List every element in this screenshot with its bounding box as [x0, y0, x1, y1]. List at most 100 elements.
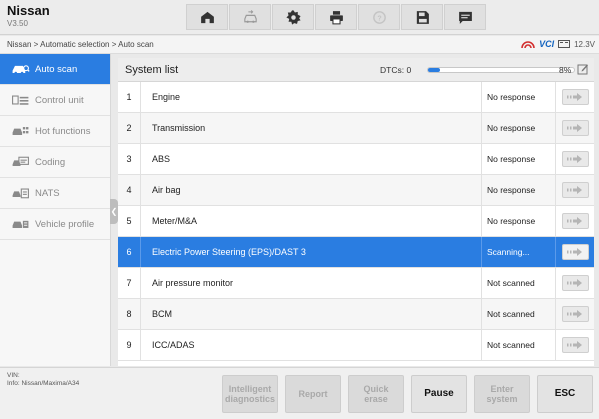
system-list-panel: System list DTCs: 0 8% 1 Engine No respons…	[118, 58, 594, 366]
table-row[interactable]: 3 ABS No response	[118, 144, 594, 175]
home-button[interactable]	[186, 4, 228, 30]
system-status: No response	[481, 206, 555, 236]
sidebar-item-nats[interactable]: NATS	[0, 178, 110, 209]
arrow-right-icon	[567, 279, 582, 287]
row-number: 1	[118, 82, 141, 112]
hot-functions-icon	[12, 127, 29, 135]
arrow-right-icon	[567, 310, 582, 318]
system-status: Not scanned	[481, 299, 555, 329]
vin-label: VIN:	[7, 372, 20, 379]
nats-icon	[12, 188, 29, 199]
row-number: 4	[118, 175, 141, 205]
sidebar-item-hot-functions[interactable]: Hot functions	[0, 116, 110, 147]
system-list-header: System list DTCs: 0 8%	[118, 58, 594, 82]
sidebar-collapse-handle[interactable]: ❮	[110, 199, 118, 224]
vehicle-info: VIN: Info: Nissan/Maxima/A34	[7, 372, 79, 388]
message-icon	[458, 11, 472, 24]
brand: Nissan V3.50	[7, 3, 50, 29]
scan-progress-text: 8%	[559, 65, 572, 75]
enter-system-arrow-button[interactable]	[561, 275, 589, 291]
arrow-right-icon	[567, 124, 582, 132]
enter-system-arrow-button[interactable]	[561, 244, 589, 260]
vci-indicator: VCI	[539, 39, 555, 49]
signal-icon	[521, 40, 535, 48]
intelligent-diagnostics-button[interactable]: Intelligent diagnostics	[222, 375, 278, 413]
system-name: ICC/ADAS	[152, 340, 195, 350]
car-scan-icon	[12, 65, 30, 75]
brand-name: Nissan	[7, 3, 50, 18]
battery-voltage: 12.3V	[574, 39, 595, 49]
connection-status: VCI 12.3V	[521, 39, 595, 49]
system-name: ABS	[152, 154, 171, 164]
table-row[interactable]: 8 BCM Not scanned	[118, 299, 594, 330]
system-status: Not scanned	[481, 268, 555, 298]
system-name: Engine	[152, 92, 181, 102]
table-row[interactable]: 6 Electric Power Steering (EPS)/DAST 3 Sca…	[118, 237, 594, 268]
enter-system-cell	[555, 330, 594, 360]
enter-system-cell	[555, 299, 594, 329]
table-row[interactable]: 4 Air bag No response	[118, 175, 594, 206]
message-button[interactable]	[444, 4, 486, 30]
row-number: 7	[118, 268, 141, 298]
print-button[interactable]	[315, 4, 357, 30]
sidebar-item-coding[interactable]: Coding	[0, 147, 110, 178]
arrow-right-icon	[567, 186, 582, 194]
esc-button[interactable]: ESC	[537, 375, 593, 413]
table-row[interactable]: 7 Air pressure monitor Not scanned	[118, 268, 594, 299]
arrow-right-icon	[567, 217, 582, 225]
enter-system-button[interactable]: Enter system	[474, 375, 530, 413]
software-version: V3.50	[7, 19, 28, 28]
enter-system-cell	[555, 268, 594, 298]
arrow-right-icon	[567, 248, 582, 256]
enter-system-arrow-button[interactable]	[561, 306, 589, 322]
enter-system-arrow-button[interactable]	[561, 120, 589, 136]
sidebar-item-vehicle-profile[interactable]: Vehicle profile	[0, 209, 110, 240]
edit-icon[interactable]	[577, 63, 589, 75]
table-row[interactable]: 5 Meter/M&A No response	[118, 206, 594, 237]
enter-system-arrow-button[interactable]	[561, 337, 589, 353]
toolbar-buttons: ?	[186, 4, 486, 30]
help-icon: ?	[372, 10, 386, 24]
vehicle-info-text: Info: Nissan/Maxima/A34	[7, 380, 80, 387]
arrow-right-icon	[567, 341, 582, 349]
enter-system-arrow-button[interactable]	[561, 182, 589, 198]
home-icon	[200, 11, 214, 23]
battery-icon	[558, 40, 571, 48]
enter-system-arrow-button[interactable]	[561, 89, 589, 105]
enter-system-cell	[555, 175, 594, 205]
system-name: Electric Power Steering (EPS)/DAST 3	[152, 247, 306, 257]
system-name: Transmission	[152, 123, 206, 133]
enter-system-arrow-button[interactable]	[561, 213, 589, 229]
save-button[interactable]	[401, 4, 443, 30]
enter-system-cell	[555, 144, 594, 174]
system-name: Air bag	[152, 185, 181, 195]
quick-erase-button[interactable]: Quick erase	[348, 375, 404, 413]
table-row[interactable]: 9 ICC/ADAS Not scanned	[118, 330, 594, 361]
table-row[interactable]: 1 Engine No response	[118, 82, 594, 113]
arrow-right-icon	[567, 93, 582, 101]
function-sidebar: Auto scan Control unit Hot functions Cod…	[0, 54, 111, 366]
row-number: 2	[118, 113, 141, 143]
system-status: No response	[481, 175, 555, 205]
help-button[interactable]: ?	[358, 4, 400, 30]
system-rows: 1 Engine No response 2 Transmission No respon…	[118, 82, 594, 361]
vehicle-profile-icon	[12, 220, 29, 228]
settings-button[interactable]	[272, 4, 314, 30]
svg-text:?: ?	[377, 14, 381, 22]
pause-button[interactable]: Pause	[411, 375, 467, 413]
sidebar-item-auto-scan[interactable]: Auto scan	[0, 54, 110, 85]
save-icon	[416, 10, 429, 24]
settings-gear-icon	[285, 9, 301, 25]
breadcrumb-bar: Nissan > Automatic selection > Auto scan…	[0, 36, 599, 54]
enter-system-cell	[555, 113, 594, 143]
table-row[interactable]: 2 Transmission No response	[118, 113, 594, 144]
vehicle-swap-button[interactable]	[229, 4, 271, 30]
report-button[interactable]: Report	[285, 375, 341, 413]
sidebar-item-control-unit[interactable]: Control unit	[0, 85, 110, 116]
system-status: No response	[481, 82, 555, 112]
sidebar-item-label: Hot functions	[35, 125, 91, 137]
breadcrumb: Nissan > Automatic selection > Auto scan	[7, 40, 154, 49]
sidebar-item-label: Auto scan	[35, 63, 78, 75]
scan-progress-bar	[427, 67, 575, 73]
enter-system-arrow-button[interactable]	[561, 151, 589, 167]
